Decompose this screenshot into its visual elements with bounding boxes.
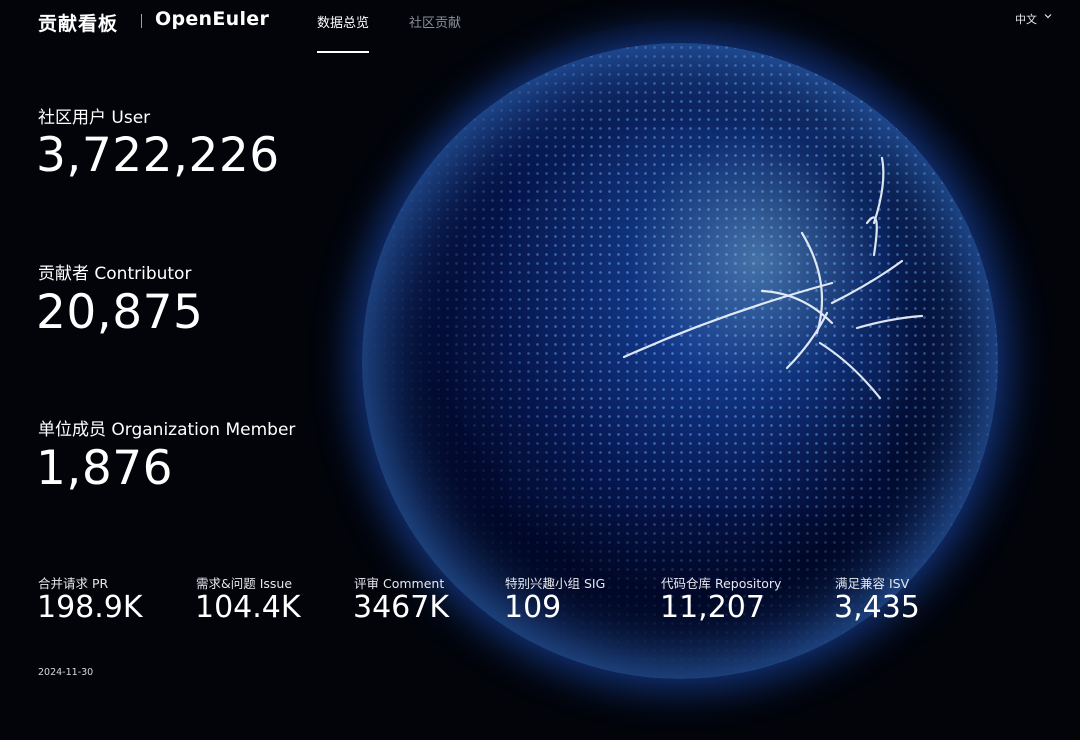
metric-value-repository: 11,207 [660,590,765,625]
active-tab-indicator [317,51,369,53]
metric-value-comment: 3467K [353,590,450,625]
page-title: 贡献看板 [38,13,119,35]
metric-value-isv: 3,435 [834,590,920,625]
brand-divider [141,14,142,28]
metric-value-issue: 104.4K [195,590,301,625]
metric-value-sig: 109 [504,590,562,625]
connection-line [818,341,882,400]
connection-line [830,259,904,305]
stat-label-user: 社区用户 User [38,108,151,128]
connection-line [865,216,878,257]
stat-label-organization-member: 单位成员 Organization Member [38,420,296,440]
stat-value-contributor: 20,875 [36,285,204,340]
data-date: 2024-11-30 [38,667,94,678]
stat-label-contributor: 贡献者 Contributor [38,264,192,284]
connection-line [855,314,924,330]
connection-line [622,281,834,359]
metric-value-pr: 198.9K [37,590,143,625]
top-bar: 贡献看板 OpenEuler 数据总览 社区贡献 中文 [0,0,1080,60]
tab-data-overview[interactable]: 数据总览 [317,12,369,31]
connection-line [800,231,824,335]
stat-value-user: 3,722,226 [36,128,280,183]
openeuler-logo[interactable]: OpenEuler [155,8,269,30]
chevron-down-icon[interactable] [1044,12,1052,20]
stat-value-organization-member: 1,876 [36,441,174,496]
tab-community-contribution[interactable]: 社区贡献 [409,12,461,31]
language-selector[interactable]: 中文 [1015,11,1037,27]
connection-line [872,156,885,225]
